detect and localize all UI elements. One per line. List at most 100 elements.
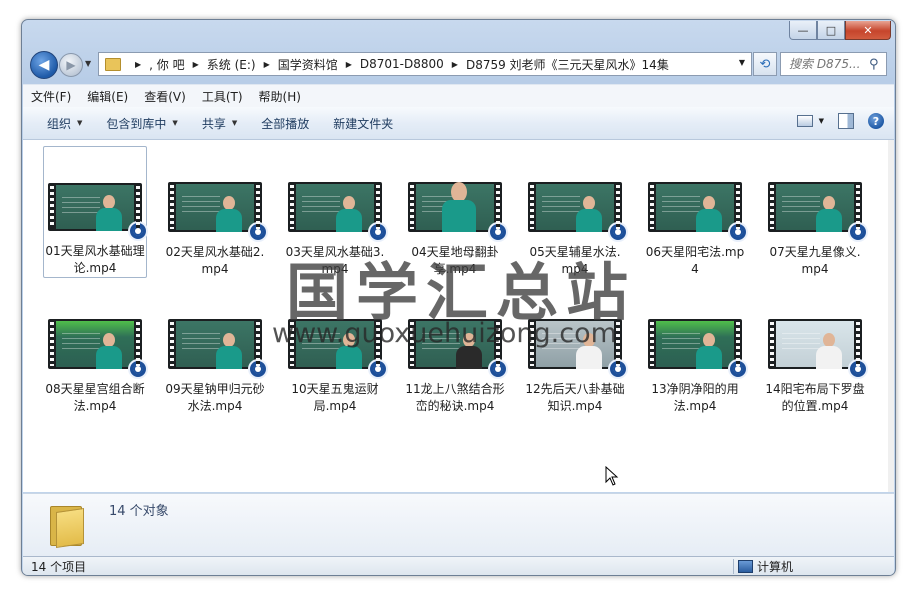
file-name: 01天星风水基础理论.mp4 <box>45 244 145 275</box>
menu-item[interactable]: 编辑(E) <box>79 88 136 105</box>
breadcrumb-item[interactable]: D8759 刘老师《三元天星风水》14集 <box>466 56 669 73</box>
breadcrumb-item[interactable]: D8701-D8800 <box>360 57 444 71</box>
new-folder-button[interactable]: 新建文件夹 <box>321 115 405 132</box>
search-icon[interactable]: ⚲ <box>869 57 879 72</box>
minimize-button[interactable]: — <box>789 21 817 40</box>
menu-item[interactable]: 文件(F) <box>23 88 79 105</box>
media-player-icon <box>368 359 388 379</box>
include-library-button[interactable]: 包含到库中 ▼ <box>94 115 189 132</box>
item-count-detail: 14 个对象 <box>109 504 169 519</box>
address-dropdown-chevron-icon[interactable]: ▼ <box>739 58 745 67</box>
file-name: 12先后天八卦基础知识.mp4 <box>525 382 625 413</box>
command-bar: 组织 ▼ 包含到库中 ▼ 共享 ▼ 全部播放 新建文件夹 ▼ ? <box>23 107 894 140</box>
breadcrumb-item[interactable]: , 你 吧 <box>149 56 184 73</box>
file-name: 10天星五鬼运财局.mp4 <box>291 382 379 413</box>
menu-item[interactable]: 工具(T) <box>194 88 251 105</box>
view-tools: ▼ ? <box>796 113 884 129</box>
view-icon <box>796 115 813 127</box>
breadcrumb: ▶ , 你 吧 ▶ 系统 (E:) ▶ 国学资料馆 ▶ D8701-D8800 ▶ D8759 刘… <box>127 56 669 73</box>
breadcrumb-separator-icon[interactable]: ▶ <box>264 60 270 69</box>
breadcrumb-separator-icon[interactable]: ▶ <box>135 60 141 69</box>
chevron-down-icon: ▼ <box>818 117 824 125</box>
share-label: 共享 <box>201 116 226 131</box>
video-thumbnail <box>768 182 868 242</box>
computer-icon <box>738 560 753 573</box>
forward-button[interactable]: ▶ <box>59 53 83 77</box>
file-item[interactable]: 14阳宅布局下罗盘的位置.mp4 <box>763 283 868 415</box>
file-name: 06天星阳宅法.mp4 <box>645 245 745 276</box>
folder-icon <box>105 57 121 71</box>
media-player-icon <box>248 222 268 242</box>
file-item[interactable]: 02天星风水基础2.mp4 <box>163 146 268 278</box>
close-button[interactable]: ✕ <box>845 21 891 40</box>
status-computer: 计算机 <box>738 558 793 575</box>
media-player-icon <box>368 222 388 242</box>
breadcrumb-item[interactable]: 国学资料馆 <box>278 56 338 73</box>
address-row: ◀ ▶ ▼ ▶ , 你 吧 ▶ 系统 (E:) ▶ 国学资料馆 ▶ D8701-D8800 ▶ D… <box>22 48 895 80</box>
video-thumbnail <box>768 319 868 379</box>
file-item[interactable]: 13净阴净阳的用法.mp4 <box>643 283 748 415</box>
file-name: 02天星风水基础2.mp4 <box>165 245 265 276</box>
file-name: 14阳宅布局下罗盘的位置.mp4 <box>765 382 865 413</box>
breadcrumb-separator-icon[interactable]: ▶ <box>452 60 458 69</box>
scrollbar[interactable] <box>888 140 894 492</box>
status-divider <box>733 559 734 574</box>
chevron-down-icon: ▼ <box>172 119 178 127</box>
media-player-icon <box>128 221 148 241</box>
file-item[interactable]: 07天星九星像义.mp4 <box>763 146 868 278</box>
media-player-icon <box>728 359 748 379</box>
video-thumbnail <box>168 182 268 242</box>
media-player-icon <box>608 222 628 242</box>
menu-item[interactable]: 查看(V) <box>136 88 194 105</box>
status-item-count: 14 个项目 <box>31 560 87 574</box>
status-bar: 14 个项目 计算机 <box>23 556 894 575</box>
organize-label: 组织 <box>47 116 72 131</box>
breadcrumb-item[interactable]: 系统 (E:) <box>207 56 256 73</box>
change-view-button[interactable]: ▼ <box>796 115 824 127</box>
file-item[interactable]: 06天星阳宅法.mp4 <box>643 146 748 278</box>
video-thumbnail <box>648 182 748 242</box>
video-thumbnail <box>528 182 628 242</box>
media-player-icon <box>488 359 508 379</box>
breadcrumb-separator-icon[interactable]: ▶ <box>346 60 352 69</box>
video-thumbnail <box>648 319 748 379</box>
refresh-button[interactable]: ⟲ <box>753 52 777 76</box>
chevron-down-icon: ▼ <box>231 119 238 127</box>
file-item[interactable]: 08天星星宫组合断法.mp4 <box>43 283 148 415</box>
media-player-icon <box>728 222 748 242</box>
file-name: 13净阴净阳的用法.mp4 <box>651 382 739 413</box>
file-name: 07天星九星像义.mp4 <box>769 245 861 276</box>
maximize-button[interactable]: □ <box>817 21 845 40</box>
media-player-icon <box>848 222 868 242</box>
share-button[interactable]: 共享 ▼ <box>190 115 249 132</box>
breadcrumb-separator-icon[interactable]: ▶ <box>193 60 199 69</box>
watermark-url: www.guoxuehuizong.com <box>272 318 617 349</box>
file-name: 08天星星宫组合断法.mp4 <box>45 382 145 413</box>
details-pane: 14 个对象 <box>23 493 894 556</box>
media-player-icon <box>488 222 508 242</box>
recent-pages-chevron-icon[interactable]: ▼ <box>85 59 91 68</box>
address-bar[interactable]: ▶ , 你 吧 ▶ 系统 (E:) ▶ 国学资料馆 ▶ D8701-D8800 ▶ D8759 刘… <box>98 52 752 76</box>
file-item[interactable]: 09天星钠甲归元砂水法.mp4 <box>163 283 268 415</box>
menu-bar: 文件(F) 编辑(E) 查看(V) 工具(T) 帮助(H) <box>23 84 894 107</box>
preview-pane-button[interactable] <box>838 113 854 129</box>
file-item[interactable]: 01天星风水基础理论.mp4 <box>43 146 148 278</box>
chevron-down-icon: ▼ <box>77 119 83 127</box>
folder-icon <box>50 502 84 548</box>
media-player-icon <box>128 359 148 379</box>
video-thumbnail <box>48 319 148 379</box>
file-name: 11龙上八煞结合形峦的秘诀.mp4 <box>405 382 505 413</box>
video-thumbnail <box>48 183 148 241</box>
help-button[interactable]: ? <box>868 113 884 129</box>
back-button[interactable]: ◀ <box>30 51 58 79</box>
status-computer-label: 计算机 <box>757 560 794 574</box>
search-box: ⚲ <box>780 52 887 76</box>
video-thumbnail <box>168 319 268 379</box>
play-all-button[interactable]: 全部播放 <box>249 115 321 132</box>
organize-button[interactable]: 组织 ▼ <box>23 115 94 132</box>
menu-item[interactable]: 帮助(H) <box>251 88 309 105</box>
search-input[interactable] <box>787 56 869 72</box>
media-player-icon <box>848 359 868 379</box>
include-library-label: 包含到库中 <box>106 116 167 131</box>
media-player-icon <box>608 359 628 379</box>
